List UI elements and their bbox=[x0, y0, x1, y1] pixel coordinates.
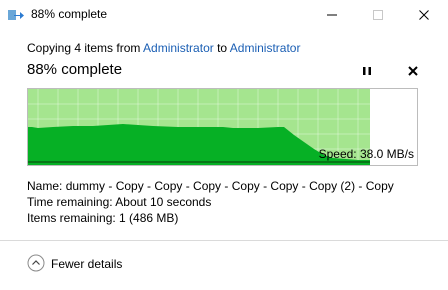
maximize-button[interactable] bbox=[361, 0, 395, 30]
copy-arrow-icon bbox=[8, 8, 24, 22]
title-bar: 88% complete bbox=[0, 0, 448, 30]
speed-graph: Speed: 38.0 MB/s bbox=[27, 88, 418, 166]
window-title: 88% complete bbox=[31, 7, 108, 21]
source-link[interactable]: Administrator bbox=[143, 41, 214, 55]
minimize-icon bbox=[327, 14, 337, 16]
items-remaining-label: Items remaining: bbox=[27, 211, 116, 225]
close-icon bbox=[408, 66, 418, 76]
footer-divider bbox=[0, 240, 448, 241]
name-value: dummy - Copy - Copy - Copy - Copy - Copy… bbox=[65, 179, 394, 193]
speed-label: Speed: 38.0 MB/s bbox=[318, 147, 414, 161]
cancel-button[interactable] bbox=[404, 62, 422, 80]
copy-description: Copying 4 items from Administrator to Ad… bbox=[27, 41, 300, 55]
maximize-icon bbox=[373, 10, 383, 20]
time-remaining-value: About 10 seconds bbox=[115, 195, 212, 209]
items-remaining-value: 1 (486 MB) bbox=[119, 211, 179, 225]
copy-prefix: Copying 4 items from bbox=[27, 41, 141, 55]
to-word: to bbox=[217, 41, 228, 55]
fewer-details-label: Fewer details bbox=[51, 257, 123, 271]
pause-icon bbox=[363, 67, 371, 75]
items-remaining-row: Items remaining: 1 (486 MB) bbox=[27, 211, 178, 225]
minimize-button[interactable] bbox=[315, 0, 349, 30]
chevron-up-icon bbox=[27, 254, 45, 272]
close-icon bbox=[419, 10, 429, 20]
time-remaining-label: Time remaining: bbox=[27, 195, 113, 209]
pause-button[interactable] bbox=[358, 62, 376, 80]
destination-link[interactable]: Administrator bbox=[230, 41, 301, 55]
progress-status: 88% complete bbox=[27, 61, 123, 78]
name-row: Name: dummy - Copy - Copy - Copy - Copy … bbox=[27, 179, 394, 193]
close-window-button[interactable] bbox=[407, 0, 441, 30]
time-remaining-row: Time remaining: About 10 seconds bbox=[27, 195, 211, 209]
name-label: Name: bbox=[27, 179, 63, 193]
